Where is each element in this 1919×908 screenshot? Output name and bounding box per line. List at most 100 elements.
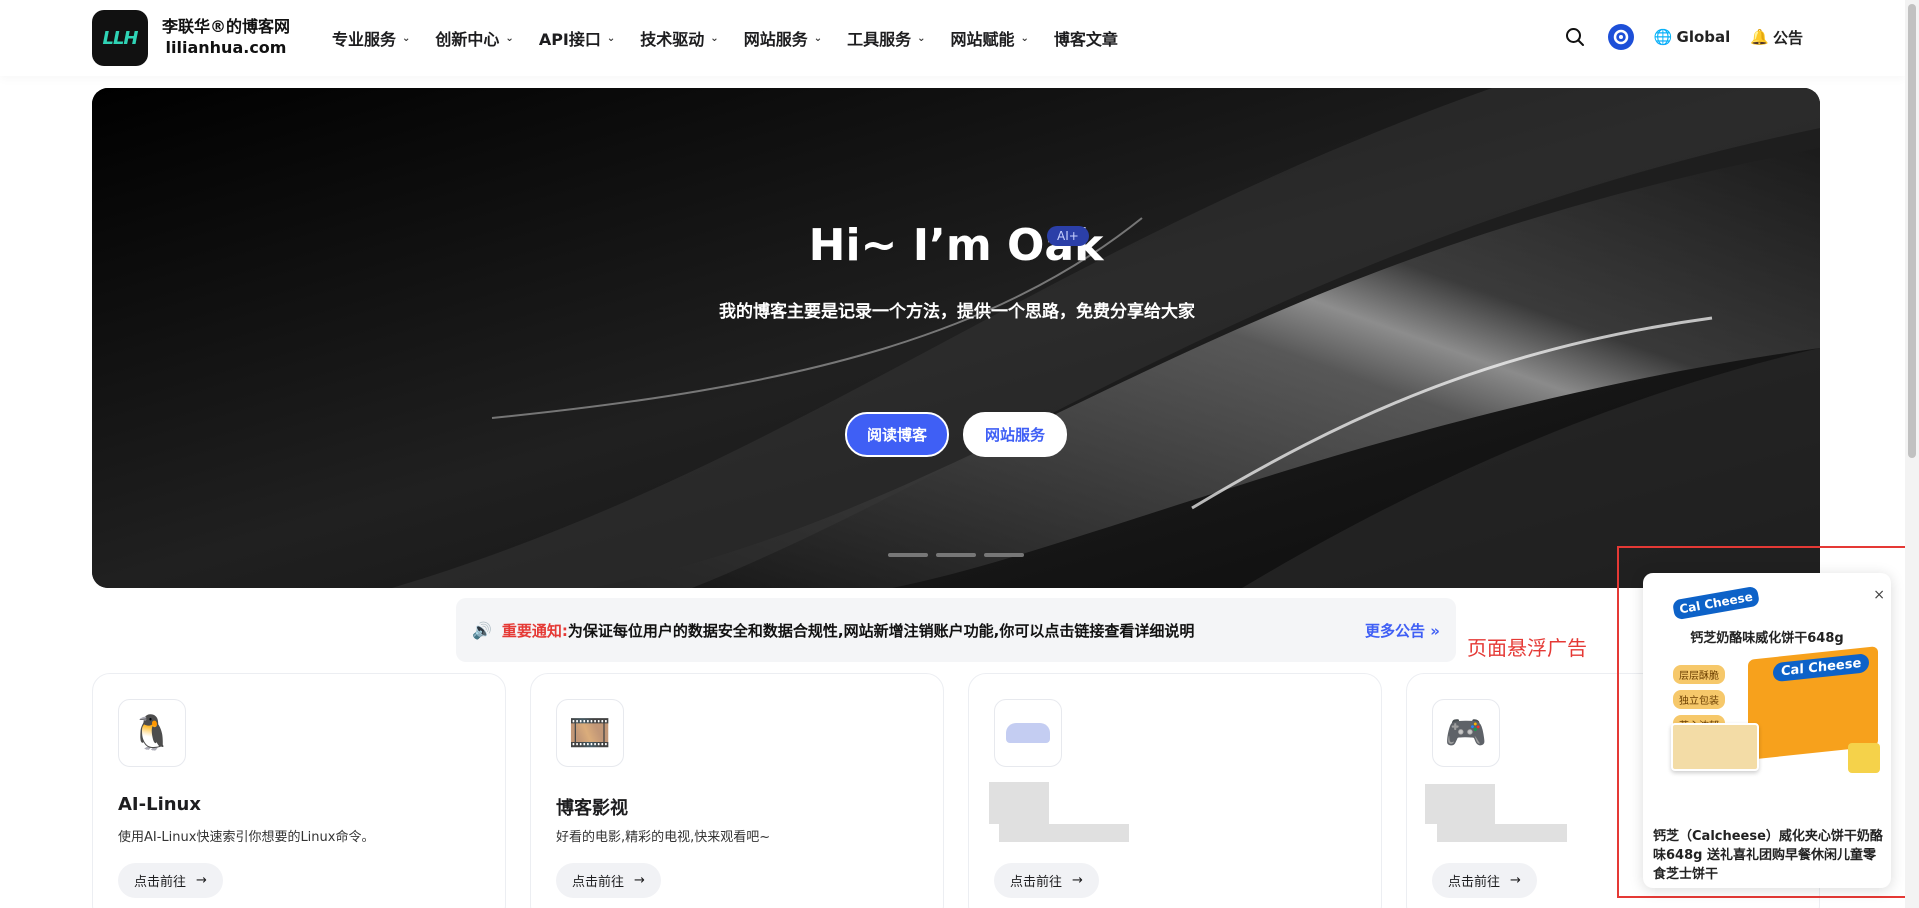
carousel-dot[interactable] (936, 553, 976, 557)
floating-ad[interactable]: × Cal Cheese 钙芝奶酪味威化饼干648g 层层酥脆 独立包装 芝心浓… (1643, 573, 1891, 888)
notice-label: 重要通知: (501, 621, 568, 640)
notice-message[interactable]: 为保证每位用户的数据安全和数据合规性,网站新增注销账户功能,你可以点击链接查看详… (568, 620, 1194, 641)
floating-ad-label: 页面悬浮广告 (1467, 636, 1587, 660)
nav-label: API接口 (538, 30, 601, 49)
more-label: 更多公告 (1365, 621, 1426, 640)
card-blog-video[interactable]: 🎞️ 博客影视 好看的电影,精彩的电视,快来观看吧~ 点击前往 → (530, 673, 944, 908)
arrow-right-icon: → (196, 873, 207, 888)
chevron-down-icon: ⌄ (710, 32, 719, 44)
card-btn-label: 点击前往 (1010, 875, 1063, 890)
card-go-button[interactable]: 点击前往 → (118, 863, 223, 898)
web-services-button[interactable]: 网站服务 (963, 412, 1068, 457)
chevron-down-icon: ⌄ (813, 32, 823, 44)
blurred-title (989, 782, 1049, 824)
ad-brand-logo: Cal Cheese (1671, 585, 1761, 621)
carousel-dot[interactable] (984, 553, 1024, 557)
hero-title: Hi~ I’m Oak (808, 220, 1104, 271)
blurred-description (1437, 824, 1567, 842)
page-scrollbar[interactable] (1905, 0, 1919, 908)
cloud-icon (994, 699, 1062, 767)
nav-label: 专业服务 (332, 30, 397, 49)
more-announcements-link[interactable]: 更多公告 » (1365, 620, 1440, 641)
carousel-dot[interactable] (888, 553, 928, 557)
scrollbar-thumb[interactable] (1908, 4, 1916, 458)
nav-item-blog[interactable]: 博客文章 (1054, 26, 1118, 50)
brand-title: 李联华®的博客网 (162, 17, 291, 36)
ad-headline: 钙芝奶酪味威化饼干648g (1690, 631, 1844, 646)
read-blog-button[interactable]: 阅读博客 (844, 412, 949, 457)
card-btn-label: 点击前往 (1448, 875, 1501, 890)
search-icon[interactable] (1562, 24, 1588, 50)
card-description: 好看的电影,精彩的电视,快来观看吧~ (556, 830, 771, 845)
cloud-shape (1006, 723, 1050, 743)
nav-label: 工具服务 (847, 30, 912, 49)
site-logo[interactable]: LLH (92, 10, 148, 66)
main-nav: 专业服务 ⌄ 创新中心 ⌄ API接口 ⌄ 技术驱动 ⌄ 网站服务 ⌄ 工具服务 ⌄ 网站赋… (332, 26, 1143, 50)
penguin-icon: 🐧 (118, 699, 186, 767)
cheese-image (1848, 743, 1880, 773)
ad-description[interactable]: 钙芝（Calcheese）威化夹心饼干奶酪味648g 送礼喜礼团购早餐休闲儿童零… (1653, 827, 1885, 884)
brand[interactable]: 李联华®的博客网 lilianhua.com (162, 16, 290, 58)
hero-banner: Hi~ I’m Oak AI+ 我的博客主要是记录一个方法，提供一个思路，免费分… (92, 88, 1820, 588)
card-title: AI-Linux (118, 794, 201, 815)
blurred-title (1425, 784, 1495, 824)
card-go-button[interactable]: 点击前往 → (1432, 863, 1537, 898)
hero-subtitle: 我的博客主要是记录一个方法，提供一个思路，免费分享给大家 (719, 302, 1195, 322)
nav-item-tech[interactable]: 技术驱动 ⌄ (640, 26, 718, 50)
header-actions: 🌐 Global 🔔 公告 (1562, 24, 1803, 50)
ai-badge: AI+ (1047, 226, 1089, 246)
page: LLH 李联华®的博客网 lilianhua.com 专业服务 ⌄ 创新中心 ⌄ A… (0, 0, 1919, 908)
announce-label: 公告 (1772, 28, 1803, 47)
announcement-link[interactable]: 🔔 公告 (1750, 27, 1803, 48)
chevron-down-icon: ⌄ (505, 32, 514, 44)
nav-label: 网站服务 (743, 30, 808, 49)
wafer-image (1671, 723, 1759, 771)
close-icon[interactable]: × (1873, 587, 1885, 603)
card-go-button[interactable]: 点击前往 → (556, 863, 661, 898)
nav-item-innovation-center[interactable]: 创新中心 ⌄ (435, 26, 513, 50)
card-title: 博客影视 (556, 798, 628, 819)
chevron-down-icon: ⌄ (1020, 32, 1029, 44)
card-ai-linux[interactable]: 🐧 AI-Linux 使用AI-Linux快速索引你想要的Linux命令。 点击… (92, 673, 506, 908)
nav-item-professional-services[interactable]: 专业服务 ⌄ (332, 26, 410, 50)
box-brand-label: Cal Cheese (1773, 653, 1870, 683)
card-btn-label: 点击前往 (134, 875, 187, 890)
speaker-icon: 🔊 (472, 620, 492, 640)
nav-item-tools[interactable]: 工具服务 ⌄ (847, 26, 925, 50)
card-btn-label: 点击前往 (572, 875, 625, 890)
nav-item-api[interactable]: API接口 ⌄ (539, 26, 615, 50)
nav-item-web-services[interactable]: 网站服务 ⌄ (744, 26, 822, 50)
arrow-right-icon: → (634, 873, 645, 888)
hero-buttons: 阅读博客 网站服务 (92, 412, 1820, 457)
film-reel-icon: 🎞️ (556, 699, 624, 767)
ad-tag: 独立包装 (1673, 690, 1725, 709)
notice-bar: 🔊 重要通知: 为保证每位用户的数据安全和数据合规性,网站新增注销账户功能,你可… (456, 598, 1456, 662)
card-service-3[interactable]: 点击前往 → (968, 673, 1382, 908)
language-label: Global (1676, 28, 1731, 46)
nav-label: 博客文章 (1053, 30, 1118, 49)
chevron-down-icon: ⌄ (606, 32, 616, 44)
logo-text: LLH (102, 27, 138, 49)
nav-label: 技术驱动 (640, 30, 705, 49)
nav-label: 创新中心 (435, 30, 500, 49)
site-header: LLH 李联华®的博客网 lilianhua.com 专业服务 ⌄ 创新中心 ⌄ A… (0, 0, 1905, 76)
double-chevron-right-icon: » (1430, 621, 1440, 640)
card-description: 使用AI-Linux快速索引你想要的Linux命令。 (118, 830, 375, 845)
chevron-down-icon: ⌄ (402, 32, 411, 44)
translate-icon: 🌐 (1653, 28, 1673, 46)
bell-icon: 🔔 (1750, 28, 1769, 46)
chevron-down-icon: ⌄ (917, 32, 926, 44)
arrow-right-icon: → (1510, 873, 1521, 888)
carousel-indicators (92, 553, 1820, 557)
ad-tag: 层层酥脆 (1673, 665, 1725, 684)
partner-logo-icon[interactable] (1607, 24, 1634, 50)
arrow-right-icon: → (1072, 873, 1083, 888)
card-go-button[interactable]: 点击前往 → (994, 863, 1099, 898)
language-switch[interactable]: 🌐 Global (1654, 28, 1730, 46)
nav-item-empower[interactable]: 网站赋能 ⌄ (951, 26, 1029, 50)
hero-background (92, 88, 1820, 588)
gamepad-icon: 🎮 (1432, 699, 1500, 767)
nav-label: 网站赋能 (950, 30, 1015, 49)
brand-domain: lilianhua.com (165, 38, 287, 57)
blurred-description (999, 824, 1129, 842)
